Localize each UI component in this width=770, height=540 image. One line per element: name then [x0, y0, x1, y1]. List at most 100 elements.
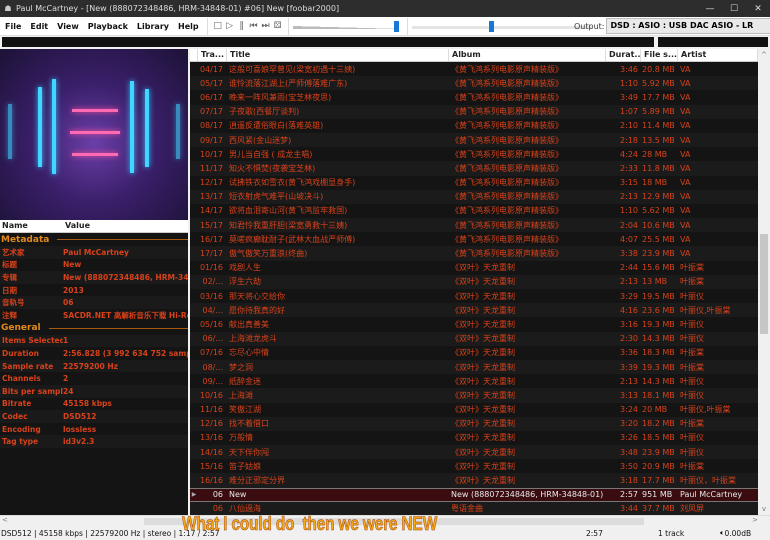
column-playing[interactable]: [190, 49, 198, 61]
random-icon[interactable]: ⚄: [272, 21, 284, 31]
volume-thumb[interactable]: [394, 20, 400, 32]
property-row[interactable]: Duration 2:56.828 (3 992 634 752 samples): [0, 347, 188, 360]
playlist-row[interactable]: 07/17 子夜歌(西餐厅谈判) 《黄飞鸿系列电影原声精装版》 1:07 5.89 MB…: [190, 104, 758, 119]
playlist-row[interactable]: 12/16 找不着借口 《双叶》天龙重制 3:20 18.2 MB 叶振棠: [190, 416, 758, 431]
property-row[interactable]: Codec DSD512: [0, 410, 188, 423]
property-row[interactable]: 标题 New: [0, 259, 188, 272]
scrollbar-thumb[interactable]: [760, 234, 768, 334]
property-row[interactable]: Tag type id3v2.3: [0, 435, 188, 448]
column-track[interactable]: Tra...: [198, 49, 227, 61]
playlist-row[interactable]: 09/... 纸醉金迷 《双叶》天龙重制 2:13 14.3 MB 叶丽仪: [190, 374, 758, 388]
property-name: Duration: [2, 348, 39, 358]
track-file-size: 20.9 MB: [642, 461, 675, 471]
playlist-row[interactable]: 06/17 晚来一阵风兼雨(宝芝林夜思) 《黄飞鸿系列电影原声精装版》 3:49 17.…: [190, 90, 758, 104]
minimize-button[interactable]: —: [698, 4, 722, 14]
menu-library[interactable]: Library: [137, 22, 169, 31]
seek-slider[interactable]: [411, 18, 592, 35]
playlist-row[interactable]: 16/16 难分正邪定分界 《双叶》天龙重制 3:18 17.7 MB 叶丽仪，叶振棠: [190, 473, 758, 488]
playlist-row[interactable]: 05/16 献出真善美 《双叶》天龙重制 3:16 19.3 MB 叶丽仪: [190, 317, 758, 331]
previous-icon[interactable]: ⏮: [248, 21, 260, 31]
playlist-row[interactable]: 08/17 逍遥反遭俗眼白(落难英雄) 《黄飞鸿系列电影原声精装版》 2:10 11.4…: [190, 119, 758, 133]
property-row[interactable]: 艺术家 Paul McCartney: [0, 246, 188, 259]
column-value[interactable]: Value: [63, 220, 90, 232]
maximize-button[interactable]: ☐: [722, 4, 746, 14]
playlist-row[interactable]: 11/17 知火不惧焚(夜袭宝芝林) 《黄飞鸿系列电影原声精装版》 2:33 11.8 …: [190, 161, 758, 176]
playlist-row[interactable]: 15/17 知君怜我重肝胆(梁宽勇救十三姨) 《黄飞鸿系列电影原声精装版》 2:04 1…: [190, 218, 758, 233]
track-duration: 3:38: [620, 249, 638, 259]
property-row[interactable]: Encoding lossless: [0, 423, 188, 436]
next-icon[interactable]: ⏭: [260, 21, 272, 31]
property-row[interactable]: Bits per sample 24: [0, 384, 188, 398]
track-duration: 3:50: [620, 461, 638, 471]
playlist-row-playing[interactable]: ▶ 06 New New (888072348486, HRM-34848-01) 2:…: [190, 487, 758, 502]
play-icon[interactable]: ▷: [224, 21, 236, 31]
stop-icon[interactable]: □: [212, 21, 224, 31]
scroll-down-icon[interactable]: v: [758, 505, 770, 513]
property-row[interactable]: 专辑 New (888072348486, HRM-34848-01): [0, 271, 188, 284]
track-album: 《双叶》天龙重制: [451, 461, 515, 471]
menu-file[interactable]: File: [5, 22, 21, 31]
column-artist[interactable]: Artist: [678, 49, 758, 61]
column-title[interactable]: Title: [227, 49, 449, 61]
close-button[interactable]: ✕: [746, 4, 770, 14]
track-file-size: 17.7 MB: [642, 476, 675, 486]
property-row[interactable]: Sample rate 22579200 Hz: [0, 359, 188, 373]
playlist-row[interactable]: 04/... 愿你待我真的好 《双叶》天龙重制 4:16 23.6 MB 叶丽仪,叶振棠: [190, 303, 758, 318]
track-artist: VA: [680, 163, 691, 173]
column-duration[interactable]: Durat...: [606, 49, 641, 61]
playlist-row[interactable]: 07/16 忘尽心中情 《双叶》天龙重制 3:36 18.3 MB 叶振棠: [190, 346, 758, 360]
property-row[interactable]: Bitrate 45158 kbps: [0, 398, 188, 411]
column-name[interactable]: Name: [0, 220, 63, 232]
property-row[interactable]: 注释 SACDR.NET 高解析音乐下载 Hi-Res: [0, 309, 188, 322]
playlist-row[interactable]: 01/16 戏剧人生 《双叶》天龙重制 2:44 15.6 MB 叶振棠: [190, 261, 758, 275]
seek-thumb[interactable]: [488, 20, 494, 32]
track-file-size: 19.3 MB: [642, 362, 675, 372]
property-row[interactable]: 音轨号 06: [0, 296, 188, 309]
menu-edit[interactable]: Edit: [30, 22, 48, 31]
menu-view[interactable]: View: [57, 22, 79, 31]
playlist-row[interactable]: 06/... 上海滩龙虎斗 《双叶》天龙重制 2:30 14.3 MB 叶丽仪: [190, 331, 758, 346]
scroll-up-icon[interactable]: ^: [758, 51, 770, 59]
track-duration: 3:46: [620, 64, 638, 74]
playlist-row[interactable]: 17/17 傲气傲笑万重浪(终曲) 《黄飞鸿系列电影原声精装版》 3:38 23.9 M…: [190, 246, 758, 261]
playlist-row[interactable]: 13/16 万般情 《双叶》天龙重制 3:26 18.5 MB 叶丽仪: [190, 431, 758, 445]
output-selector: Output: DSD : ASIO : USB DAC ASIO - LR⌄: [574, 18, 770, 34]
scroll-left-icon[interactable]: <: [2, 516, 8, 524]
scroll-right-icon[interactable]: >: [752, 516, 758, 524]
track-number: 17/17: [199, 249, 223, 259]
track-file-size: 951 MB: [642, 490, 673, 500]
property-row[interactable]: 日期 2013: [0, 284, 188, 297]
track-title: 浮生六劫: [229, 277, 261, 287]
track-artist: VA: [680, 192, 691, 202]
menu-playback[interactable]: Playback: [88, 22, 128, 31]
playlist-row[interactable]: 14/17 欲将血泪寄山河(黄飞鸿监牢救国) 《黄飞鸿系列电影原声精装版》 1:10 5…: [190, 204, 758, 218]
playlist-row[interactable]: 05/17 谁怜流落江湖上(严师傅落难广东) 《黄飞鸿系列电影原声精装版》 1:10 5…: [190, 76, 758, 91]
track-album: 《双叶》天龙重制: [451, 263, 515, 273]
track-album: 《黄飞鸿系列电影原声精装版》: [451, 234, 563, 244]
property-row[interactable]: Items Selected 1: [0, 334, 188, 348]
playlist-row[interactable]: 04/17 这般可喜娘罕曾见(梁宽初遇十三姨) 《黄飞鸿系列电影原声精装版》 3:46…: [190, 62, 758, 76]
playlist-row[interactable]: 12/17 试拂铁衣如雪衣(黄飞鸿戏棚显身手) 《黄飞鸿系列电影原声精装版》 3:15…: [190, 176, 758, 190]
output-dropdown[interactable]: DSD : ASIO : USB DAC ASIO - LR⌄: [606, 18, 770, 34]
menu-help[interactable]: Help: [178, 22, 199, 31]
volume-slider[interactable]: [292, 18, 403, 35]
track-duration: 2:18: [620, 135, 638, 145]
property-name: 日期: [2, 285, 17, 295]
pause-icon[interactable]: ‖: [236, 21, 248, 31]
playlist-row[interactable]: 03/16 那天将心交给你 《双叶》天龙重制 3:29 19.5 MB 叶丽仪: [190, 289, 758, 303]
column-file-size[interactable]: File s...: [641, 49, 678, 61]
playlist-row[interactable]: 10/17 男儿当自强 ( 成龙主唱) 《黄飞鸿系列电影原声精装版》 4:24 28 M…: [190, 147, 758, 161]
vertical-scrollbar[interactable]: ^ v: [758, 49, 770, 515]
playlist-row[interactable]: 14/16 天下伴你闯 《双叶》天龙重制 3:48 23.9 MB 叶丽仪: [190, 445, 758, 460]
playlist-row[interactable]: 16/17 莫嗟疯癫耽耐子(武林大血战严师傅) 《黄飞鸿系列电影原声精装版》 4:07…: [190, 232, 758, 246]
playlist-row[interactable]: 13/17 短衣射虎气难平(山坡决斗) 《黄飞鸿系列电影原声精装版》 2:13 12.9…: [190, 189, 758, 204]
property-row[interactable]: Channels 2: [0, 372, 188, 385]
playlist-row[interactable]: 11/16 笑傲江湖 《双叶》天龙重制 3:24 20 MB 叶丽仪,叶振棠: [190, 403, 758, 417]
column-album[interactable]: Album: [449, 49, 606, 61]
playlist-row[interactable]: 09/17 西风紧(金山迷梦) 《黄飞鸿系列电影原声精装版》 2:18 13.5 MB V…: [190, 132, 758, 148]
playlist-row[interactable]: 02/... 浮生六劫 《双叶》天龙重制 2:13 13 MB 叶振棠: [190, 274, 758, 289]
playlist-row[interactable]: 08/... 梦之洞 《双叶》天龙重制 3:39 19.3 MB 叶振棠: [190, 359, 758, 375]
playlist-row[interactable]: 15/16 笛子姑娘 《双叶》天龙重制 3:50 20.9 MB 叶振棠: [190, 459, 758, 473]
track-number: 15/17: [199, 220, 223, 230]
playlist-row[interactable]: 10/16 上海滩 《双叶》天龙重制 3:13 18.1 MB 叶丽仪: [190, 388, 758, 403]
